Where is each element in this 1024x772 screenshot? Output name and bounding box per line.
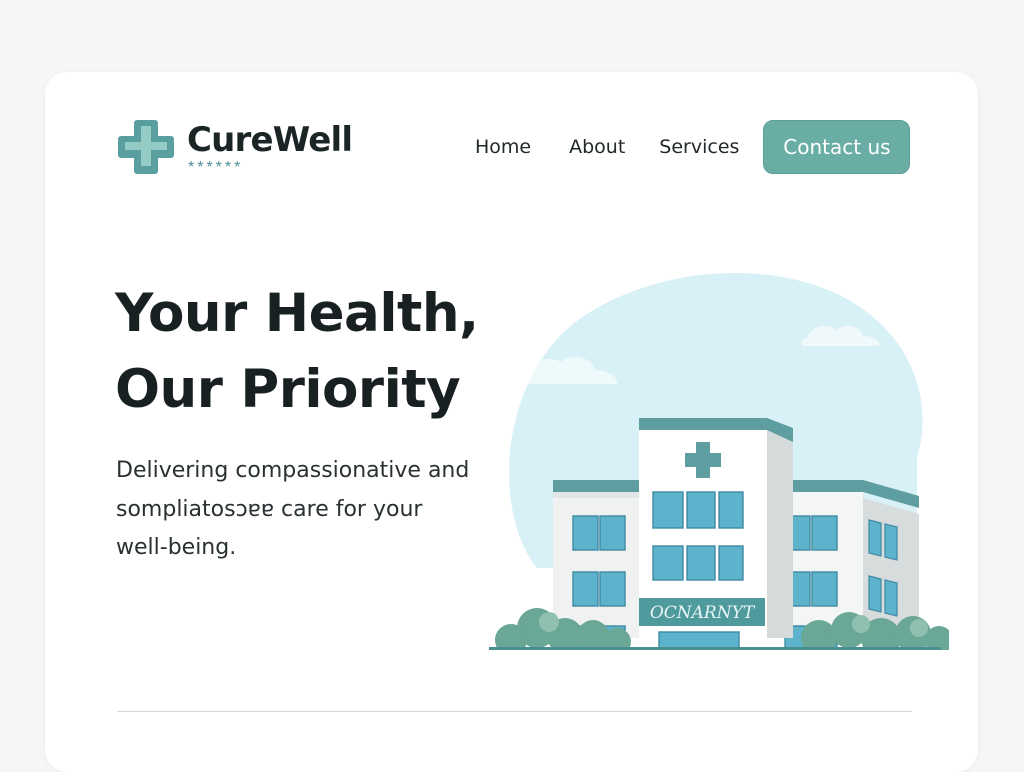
hero-title-line-2: Our Priority <box>115 359 461 420</box>
brand: CureWell ****** <box>187 120 353 176</box>
divider <box>117 711 912 712</box>
nav-home[interactable]: Home <box>475 136 531 158</box>
nav-about[interactable]: About <box>569 136 625 158</box>
main-card: CureWell ****** Home About Services Cont… <box>45 72 978 772</box>
hero-subtitle: Delivering compassionative and sompliato… <box>116 458 470 560</box>
hero-title: Your Health, Our Priority <box>115 276 479 428</box>
brand-name: CureWell <box>187 120 353 160</box>
contact-us-button[interactable]: Contact us <box>763 120 911 174</box>
nav-services[interactable]: Services <box>659 136 739 158</box>
brand-stars: ****** <box>188 159 244 176</box>
main-nav: Home About Services Contact us <box>475 120 911 174</box>
medical-cross-icon <box>118 120 174 174</box>
hospital-sign: OCNARNYT <box>650 603 756 623</box>
hero-title-line-1: Your Health, <box>115 283 479 344</box>
hospital-illustration: OCNARNYT <box>489 273 949 650</box>
logo[interactable]: CureWell ****** <box>117 116 353 176</box>
